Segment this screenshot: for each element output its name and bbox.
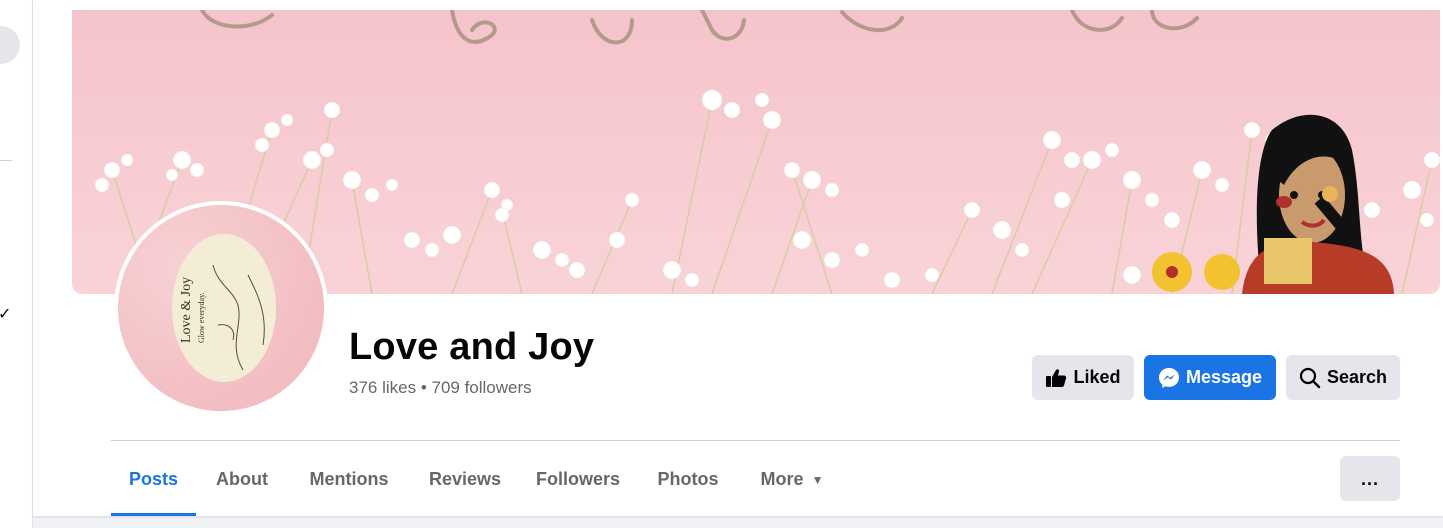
sidebar-avatar[interactable] <box>0 26 20 64</box>
tab-label: Followers <box>536 469 621 489</box>
tab-mentions[interactable]: Mentions <box>308 458 390 516</box>
search-label: Search <box>1326 367 1388 387</box>
tab-label: About <box>216 469 268 489</box>
avatar-image: Love & Joy Glow everyday. <box>118 205 324 411</box>
more-options-button[interactable]: ... <box>1340 456 1400 501</box>
messenger-icon <box>1158 367 1179 388</box>
tab-label: More <box>760 469 804 489</box>
search-icon <box>1299 367 1321 388</box>
tab-followers[interactable]: Followers <box>536 458 620 516</box>
tab-about[interactable]: About <box>215 458 269 516</box>
page-title: Love and Joy <box>349 326 595 368</box>
tab-label: Posts <box>128 469 179 489</box>
page-avatar[interactable]: Love & Joy Glow everyday. <box>114 201 328 415</box>
tab-posts[interactable]: Posts <box>111 458 196 516</box>
tab-label: Photos <box>657 469 719 489</box>
page-header-card: Love & Joy Glow everyday. Love and Joy 3… <box>33 0 1443 516</box>
left-sidebar: ✓ <box>0 0 33 528</box>
liked-button[interactable]: Liked <box>1032 355 1134 400</box>
logo-tagline: Glow everyday. <box>197 292 206 343</box>
sidebar-divider <box>0 160 12 161</box>
caret-down-icon: ▼ <box>811 473 824 488</box>
search-button[interactable]: Search <box>1286 355 1400 400</box>
header-divider <box>111 440 1400 441</box>
message-label: Message <box>1185 367 1263 387</box>
page-stats[interactable]: 376 likes • 709 followers <box>349 377 532 399</box>
tab-reviews[interactable]: Reviews <box>429 458 502 516</box>
liked-label: Liked <box>1073 367 1121 387</box>
logo-title: Love & Joy <box>179 277 194 343</box>
check-icon[interactable]: ✓ <box>0 304 11 324</box>
thumbs-up-icon <box>1046 368 1067 387</box>
tab-label: Mentions <box>309 469 389 489</box>
tab-photos[interactable]: Photos <box>657 458 719 516</box>
tab-label: Reviews <box>429 469 502 489</box>
message-button[interactable]: Message <box>1144 355 1276 400</box>
ellipsis-icon: ... <box>1360 468 1379 489</box>
tab-more[interactable]: More ▼ <box>757 458 827 516</box>
